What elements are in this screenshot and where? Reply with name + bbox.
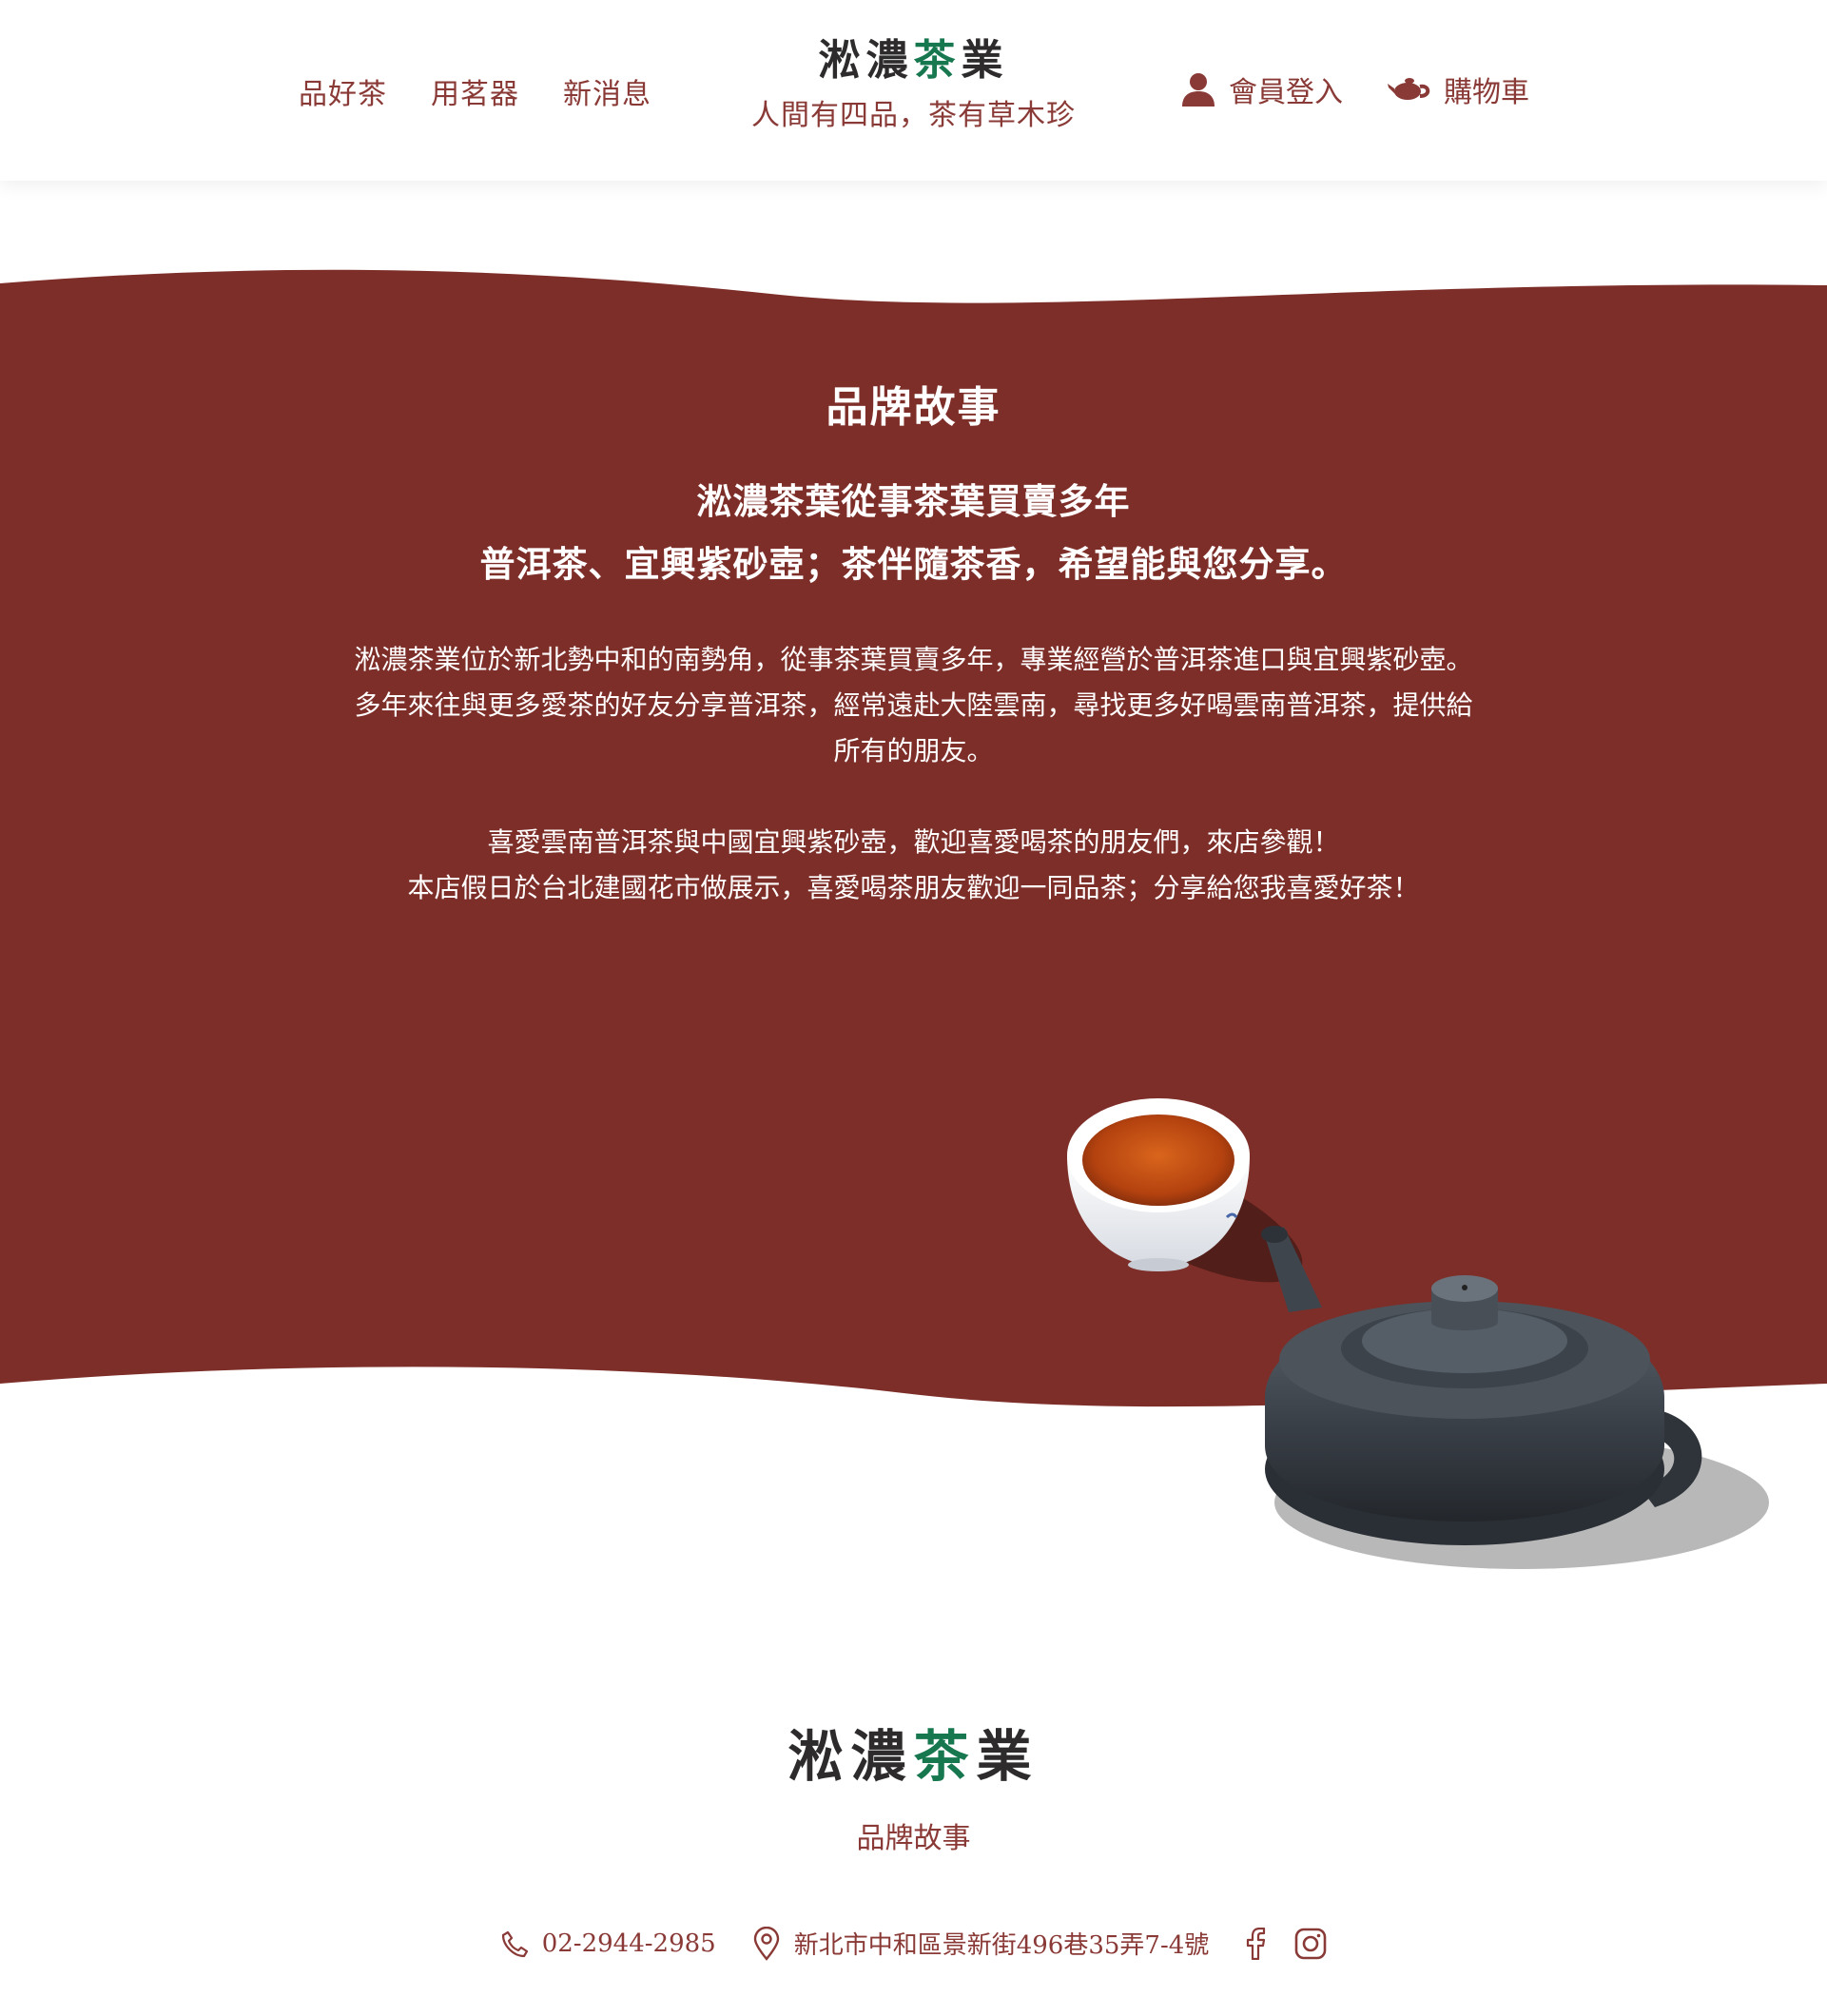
cart-label: 購物車 xyxy=(1444,76,1529,109)
story-lead-line: 淞濃茶葉從事茶葉買賣多年 xyxy=(696,480,1131,522)
instagram-icon xyxy=(1294,1928,1327,1959)
footer-logo-accent: 茶 xyxy=(913,1724,977,1789)
instagram-link[interactable] xyxy=(1294,1928,1327,1960)
story-paragraph: 喜愛雲南普洱茶與中國宜興紫砂壺，歡迎喜愛喝茶的朋友們，來店參觀！ 本店假日於台北… xyxy=(285,820,1542,911)
cart-link[interactable]: 購物車 xyxy=(1387,68,1529,110)
footer-brand-story-link[interactable]: 品牌故事 xyxy=(0,1814,1827,1856)
site-header: 品好茶 用茗器 新消息 淞濃茶業 人間有四品，茶有草木珍 會員登入 購物車 xyxy=(0,0,1827,181)
brand-logo-part1: 淞濃 xyxy=(818,36,914,85)
story-body-line: 淞濃茶業位於新北勢中和的南勢角，從事茶葉買賣多年，專業經營於普洱茶進口與宜興紫砂… xyxy=(354,644,1473,675)
facebook-link[interactable] xyxy=(1245,1927,1266,1960)
story-body-line: 本店假日於台北建國花市做展示，喜愛喝茶朋友歡迎一同品茶；分享給您我喜愛好茶！ xyxy=(407,872,1420,903)
footer-contact: 02-2944-2985 新北市中和區景新街496巷35弄7-4號 xyxy=(0,1926,1827,1961)
member-login-link[interactable]: 會員登入 xyxy=(1179,68,1343,110)
social-links xyxy=(1245,1927,1327,1960)
address-text: 新北市中和區景新街496巷35弄7-4號 xyxy=(793,1931,1210,1960)
story-lead: 淞濃茶葉從事茶葉買賣多年 普洱茶、宜興紫砂壺；茶伴隨茶香，希望能與您分享。 xyxy=(0,470,1827,595)
story-body: 淞濃茶業位於新北勢中和的南勢角，從事茶葉買賣多年，專業經營於普洱茶進口與宜興紫砂… xyxy=(285,637,1542,957)
story-body-line: 喜愛雲南普洱茶與中國宜興紫砂壺，歡迎喜愛喝茶的朋友們，來店參觀！ xyxy=(487,826,1340,858)
member-login-label: 會員登入 xyxy=(1229,76,1343,109)
account-nav: 會員登入 購物車 xyxy=(1179,68,1529,110)
phone-number: 02-2944-2985 xyxy=(541,1929,716,1958)
address-contact[interactable]: 新北市中和區景新街496巷35弄7-4號 xyxy=(752,1926,1210,1961)
story-paragraph: 淞濃茶業位於新北勢中和的南勢角，從事茶葉買賣多年，專業經營於普洱茶進口與宜興紫砂… xyxy=(285,637,1542,774)
brand-logo-accent: 茶 xyxy=(913,36,962,85)
brand-logo-part2: 業 xyxy=(961,36,1009,85)
location-pin-icon xyxy=(753,1926,779,1961)
brand-logo[interactable]: 淞濃茶業 xyxy=(0,34,1827,87)
story-body-line: 多年來往與更多愛茶的好友分享普洱茶，經常遠赴大陸雲南，尋找更多好喝雲南普洱茶，提… xyxy=(354,689,1473,721)
user-icon xyxy=(1182,73,1215,107)
brand-slogan: 人間有四品，茶有草木珍 xyxy=(751,99,1076,132)
story-lead-line: 普洱茶、宜興紫砂壺；茶伴隨茶香，希望能與您分享。 xyxy=(479,543,1348,585)
teapot xyxy=(1261,1226,1702,1545)
phone-contact[interactable]: 02-2944-2985 xyxy=(500,1929,716,1958)
footer-brand-logo[interactable]: 淞濃茶業 xyxy=(0,1712,1827,1792)
brand-block: 淞濃茶業 人間有四品，茶有草木珍 xyxy=(0,34,1827,133)
footer-logo-part2: 業 xyxy=(976,1724,1040,1789)
teapot-icon xyxy=(1388,78,1430,100)
story-title: 品牌故事 xyxy=(826,383,1001,432)
facebook-icon xyxy=(1247,1927,1266,1960)
story-body-line: 所有的朋友。 xyxy=(833,735,994,766)
teaware-image xyxy=(1067,1098,1769,1569)
footer-logo-part1: 淞濃 xyxy=(787,1724,914,1789)
phone-icon xyxy=(501,1930,528,1957)
